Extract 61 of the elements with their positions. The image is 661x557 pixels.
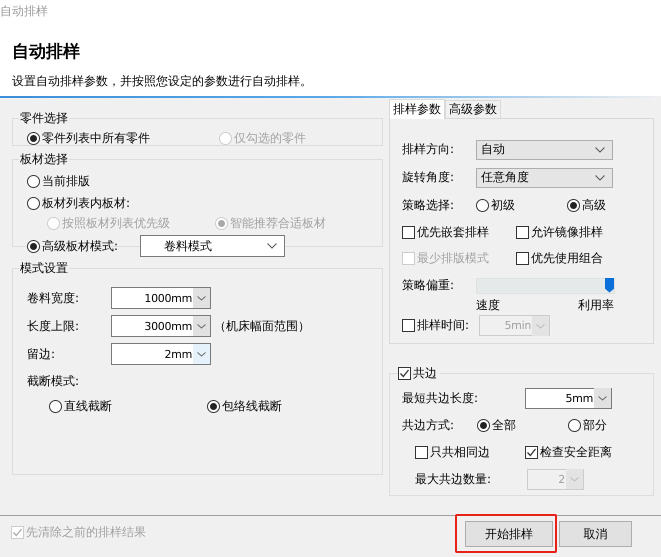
caret-icon bbox=[532, 316, 549, 336]
field-label: 旋转角度: bbox=[402, 169, 456, 186]
field-label: 卷料宽度: bbox=[27, 290, 80, 306]
radio-button[interactable]: 包络线截断 bbox=[207, 397, 282, 415]
group-title: 模式设置 bbox=[19, 261, 69, 275]
description: 设置自动排样参数，并按照您设定的参数进行自动排样。 bbox=[12, 73, 313, 89]
slider[interactable] bbox=[476, 278, 615, 294]
combo-box[interactable]: 5mm bbox=[525, 388, 612, 408]
field-label: 最大共边数量: bbox=[415, 470, 492, 488]
dropdown[interactable]: 自动 bbox=[476, 140, 613, 160]
radio-button[interactable]: 全部 bbox=[477, 416, 568, 434]
check-icon bbox=[12, 526, 23, 538]
caret-icon bbox=[193, 288, 210, 308]
button[interactable]: 取消 bbox=[559, 521, 632, 547]
field-label: 最短共边长度: bbox=[402, 390, 480, 406]
field-label: 留边: bbox=[27, 346, 56, 362]
dialog-title: 自动排样 bbox=[12, 41, 81, 63]
combo-box[interactable]: 1000mm bbox=[111, 287, 211, 309]
field-label: 策略选择: bbox=[402, 197, 456, 214]
tab[interactable]: 排样参数 bbox=[389, 99, 445, 119]
radio-button[interactable]: 初级 bbox=[476, 196, 567, 214]
field-label: 排样方向: bbox=[402, 141, 456, 158]
window-title: 自动排样 bbox=[0, 3, 49, 20]
dropdown[interactable]: 卷料模式 bbox=[140, 235, 285, 257]
slider-min-label: 速度 bbox=[476, 296, 500, 314]
caret-icon bbox=[267, 243, 277, 249]
tab[interactable]: 高级参数 bbox=[445, 100, 501, 118]
checkbox[interactable]: 优先使用组合 bbox=[516, 250, 603, 268]
checkbox[interactable]: 检查安全距离 bbox=[525, 443, 612, 461]
field-note: （机床幅面范围） bbox=[214, 318, 310, 334]
radio-button[interactable]: 当前排版 bbox=[27, 172, 90, 190]
field-label: 共边方式: bbox=[402, 416, 456, 434]
combo-box[interactable]: 3000mm bbox=[111, 315, 211, 337]
checkbox[interactable]: 允许镜像排样 bbox=[516, 224, 603, 242]
radio-button[interactable]: 直线截断 bbox=[49, 397, 207, 415]
slider-thumb[interactable] bbox=[605, 278, 614, 292]
combo-box[interactable]: 2mm bbox=[111, 343, 211, 365]
field-label: 截断模式: bbox=[27, 373, 80, 390]
check-icon bbox=[399, 368, 410, 378]
button[interactable]: 开始排样 bbox=[465, 521, 553, 547]
checkbox[interactable]: 共边 bbox=[398, 364, 437, 382]
dropdown[interactable]: 任意角度 bbox=[476, 168, 613, 188]
checkbox[interactable]: 优先嵌套排样 bbox=[402, 224, 516, 242]
radio-button[interactable]: 板材列表内板材: bbox=[27, 194, 130, 212]
radio-button[interactable]: 零件列表中所有零件 bbox=[27, 129, 219, 147]
caret-icon bbox=[193, 316, 210, 336]
caret-icon bbox=[595, 146, 605, 152]
caret-icon bbox=[193, 344, 210, 364]
check-icon bbox=[526, 446, 537, 458]
radio-button[interactable]: 高级板材模式: bbox=[27, 237, 140, 255]
caret-icon bbox=[594, 388, 611, 408]
radio-button[interactable]: 高级 bbox=[567, 196, 606, 214]
group-title: 零件选择 bbox=[19, 111, 69, 125]
group-title: 板材选择 bbox=[19, 152, 69, 166]
caret-icon bbox=[566, 469, 583, 489]
radio-button[interactable]: 部分 bbox=[568, 416, 607, 434]
checkbox[interactable]: 只共相同边 bbox=[415, 443, 525, 461]
field-label: 策略偏重: bbox=[402, 277, 456, 294]
field-label: 长度上限: bbox=[27, 318, 80, 334]
caret-icon bbox=[595, 174, 605, 180]
slider-max-label: 利用率 bbox=[578, 296, 614, 314]
